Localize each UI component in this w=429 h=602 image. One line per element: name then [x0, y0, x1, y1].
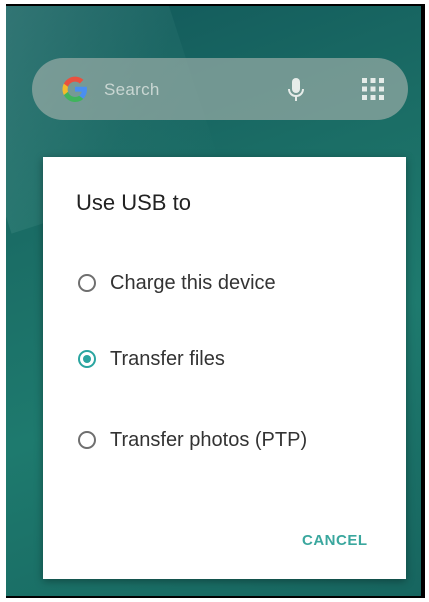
option-transfer-files[interactable]: Transfer files	[76, 339, 376, 379]
option-transfer-photos[interactable]: Transfer photos (PTP)	[76, 420, 376, 460]
google-g-icon[interactable]	[58, 72, 92, 106]
mic-icon[interactable]	[285, 72, 307, 106]
radio-transfer-photos[interactable]	[78, 431, 96, 449]
app-drawer-icon[interactable]	[359, 75, 387, 103]
option-label-transfer-files: Transfer files	[110, 347, 225, 370]
dialog-title: Use USB to	[76, 190, 191, 215]
option-charge-device[interactable]: Charge this device	[76, 263, 376, 303]
radio-charge-device[interactable]	[78, 274, 96, 292]
radio-transfer-files[interactable]	[78, 350, 96, 368]
option-label-charge-device: Charge this device	[110, 271, 276, 294]
option-label-transfer-photos: Transfer photos (PTP)	[110, 428, 308, 451]
search-placeholder: Search	[104, 80, 160, 99]
cancel-button[interactable]: CANCEL	[302, 532, 368, 549]
